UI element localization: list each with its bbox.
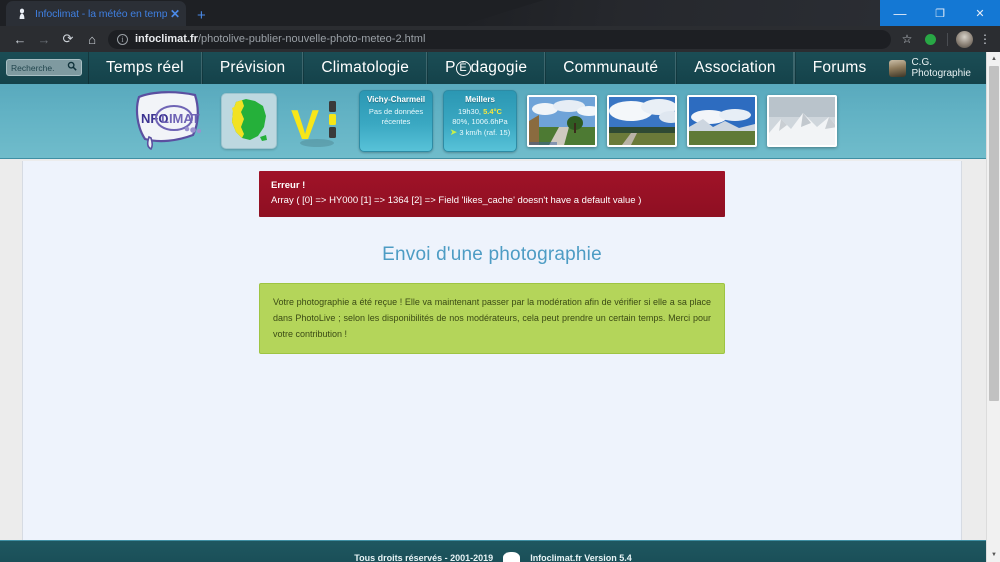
user-avatar-icon bbox=[889, 59, 907, 77]
no-data-line2: récentes bbox=[381, 116, 411, 126]
search-placeholder: Recherche. bbox=[11, 62, 55, 73]
weather-widget-vichy-charmeil[interactable]: Vichy-Charmeil Pas de données récentes bbox=[359, 90, 433, 152]
success-alert: Votre photographie a été reçue ! Elle va… bbox=[259, 283, 725, 354]
footer-logo-icon bbox=[503, 551, 521, 562]
page-scrollbar[interactable]: ▲ ▼ bbox=[986, 52, 1000, 562]
scroll-thumb[interactable] bbox=[989, 66, 999, 401]
bookmark-star-icon[interactable]: ☆ bbox=[897, 32, 917, 46]
weather-station-name: Vichy-Charmeil bbox=[366, 95, 426, 104]
weather-temperature: 5.4°C bbox=[483, 107, 502, 116]
window-maximize-button[interactable]: ❐ bbox=[920, 0, 960, 26]
tab-title: Infoclimat - la météo en temps ré bbox=[35, 7, 167, 20]
nav-item-forums[interactable]: Forums bbox=[794, 52, 884, 84]
browser-titlebar: Infoclimat - la météo en temps ré ✕ + — … bbox=[0, 0, 1000, 26]
content-inner: Erreur ! Array ( [0] => HY000 [1] => 136… bbox=[259, 161, 725, 354]
user-menu[interactable]: C.G. Photographie ▾ bbox=[883, 52, 1000, 84]
site-info-icon[interactable]: i bbox=[117, 33, 128, 45]
weather-time: 19h30, bbox=[458, 107, 481, 116]
nav-item-pedagogie[interactable]: P Édagogie bbox=[427, 52, 546, 84]
scroll-down-arrow-icon[interactable]: ▼ bbox=[987, 548, 1000, 562]
page-body: Erreur ! Array ( [0] => HY000 [1] => 136… bbox=[0, 159, 1000, 562]
user-name: C.G. Photographie bbox=[911, 57, 971, 79]
footer-copyright: Tous droits réservés - 2001-2019 bbox=[354, 552, 494, 562]
error-alert: Erreur ! Array ( [0] => HY000 [1] => 136… bbox=[259, 171, 725, 217]
nav-item-temps-reel[interactable]: Temps réel bbox=[88, 52, 202, 84]
error-alert-title: Erreur ! bbox=[271, 180, 306, 191]
footer-inner: Tous droits réservés - 2001-2019 Infocli… bbox=[0, 541, 986, 562]
svg-text:LIMAT: LIMAT bbox=[161, 111, 200, 126]
site-footer: Tous droits réservés - 2001-2019 Infocli… bbox=[0, 540, 986, 562]
circled-e-icon: É bbox=[455, 60, 471, 76]
search-icon[interactable] bbox=[67, 61, 77, 74]
browser-window: Infoclimat - la météo en temps ré ✕ + — … bbox=[0, 0, 1000, 562]
photo-thumbnail[interactable] bbox=[527, 95, 597, 147]
scroll-up-arrow-icon[interactable]: ▲ bbox=[987, 52, 1000, 66]
site-navbar: Recherche. Temps réel Prévision Climatol… bbox=[0, 52, 1000, 84]
browser-toolbar: ← → ⟳ ⌂ i infoclimat.fr /photolive-publi… bbox=[0, 26, 1000, 52]
extension-icon[interactable] bbox=[925, 33, 936, 45]
window-close-button[interactable]: ✕ bbox=[960, 0, 1000, 26]
nav-items: Temps réel Prévision Climatologie P Édago… bbox=[88, 52, 1000, 84]
tab-close-icon[interactable]: ✕ bbox=[170, 8, 180, 20]
site-header: NFO LIMAT V Vichy-Charmeil Pas de donnée… bbox=[0, 84, 1000, 159]
page-title: Envoi d'une photographie bbox=[382, 244, 602, 265]
nav-item-association[interactable]: Association bbox=[676, 52, 794, 84]
nav-item-climatologie[interactable]: Climatologie bbox=[303, 52, 428, 84]
url-domain: infoclimat.fr bbox=[135, 33, 198, 45]
photo-thumbnail[interactable] bbox=[607, 95, 677, 147]
photo-thumbnail[interactable] bbox=[687, 95, 757, 147]
weather-widget-meillers[interactable]: Meillers 19h30, 5.4°C 80%, 1006.6hPa ➤ 3… bbox=[443, 90, 517, 152]
no-data-line1: Pas de données bbox=[368, 107, 424, 116]
url-path: /photolive-publier-nouvelle-photo-meteo-… bbox=[197, 33, 426, 45]
reload-button[interactable]: ⟳ bbox=[56, 28, 80, 50]
content-card: Erreur ! Array ( [0] => HY000 [1] => 136… bbox=[22, 161, 962, 541]
address-bar[interactable]: i infoclimat.fr /photolive-publier-nouve… bbox=[108, 29, 891, 49]
footer-version: Infoclimat.fr Version 5.4 bbox=[530, 552, 632, 562]
browser-menu-icon[interactable]: ⋮ bbox=[978, 33, 992, 45]
page-viewport: Recherche. Temps réel Prévision Climatol… bbox=[0, 52, 1000, 562]
browser-tab[interactable]: Infoclimat - la météo en temps ré ✕ bbox=[6, 1, 186, 26]
wind-direction-icon: ➤ bbox=[449, 127, 458, 137]
toolbar-right-actions: ☆ ⋮ bbox=[897, 30, 992, 48]
infoclimat-logo[interactable]: NFO LIMAT bbox=[125, 89, 211, 153]
profile-avatar-icon[interactable] bbox=[956, 30, 973, 48]
weather-wind: 3 km/h (raf. 15) bbox=[459, 128, 511, 137]
home-button[interactable]: ⌂ bbox=[80, 28, 104, 50]
weather-station-name: Meillers bbox=[465, 95, 495, 104]
titlebar-decoration bbox=[460, 0, 880, 26]
vigilance-vi-icon[interactable]: V bbox=[287, 91, 349, 151]
weather-no-data-text: Pas de données récentes bbox=[367, 107, 425, 126]
vigilance-map-icon[interactable] bbox=[221, 93, 277, 149]
back-button[interactable]: ← bbox=[8, 28, 32, 50]
nav-item-prevision[interactable]: Prévision bbox=[201, 52, 304, 84]
weather-readings: 19h30, 5.4°C 80%, 1006.6hPa ➤ 3 km/h (ra… bbox=[448, 107, 512, 138]
toolbar-divider bbox=[947, 32, 948, 46]
weather-humidity-pressure: 80%, 1006.6hPa bbox=[452, 116, 508, 126]
weather-wind-row: ➤ 3 km/h (raf. 15) bbox=[449, 127, 511, 138]
nav-item-communaute[interactable]: Communauté bbox=[545, 52, 677, 84]
window-controls: — ❐ ✕ bbox=[880, 0, 1000, 26]
forward-button[interactable]: → bbox=[32, 28, 56, 50]
photo-thumbnail[interactable] bbox=[767, 95, 837, 147]
search-input[interactable]: Recherche. bbox=[6, 59, 82, 76]
new-tab-button[interactable]: + bbox=[197, 8, 206, 26]
svg-text:V: V bbox=[291, 101, 319, 148]
error-alert-body: Array ( [0] => HY000 [1] => 1364 [2] => … bbox=[271, 195, 642, 206]
window-minimize-button[interactable]: — bbox=[880, 0, 920, 26]
infoclimat-favicon-icon bbox=[16, 8, 28, 20]
